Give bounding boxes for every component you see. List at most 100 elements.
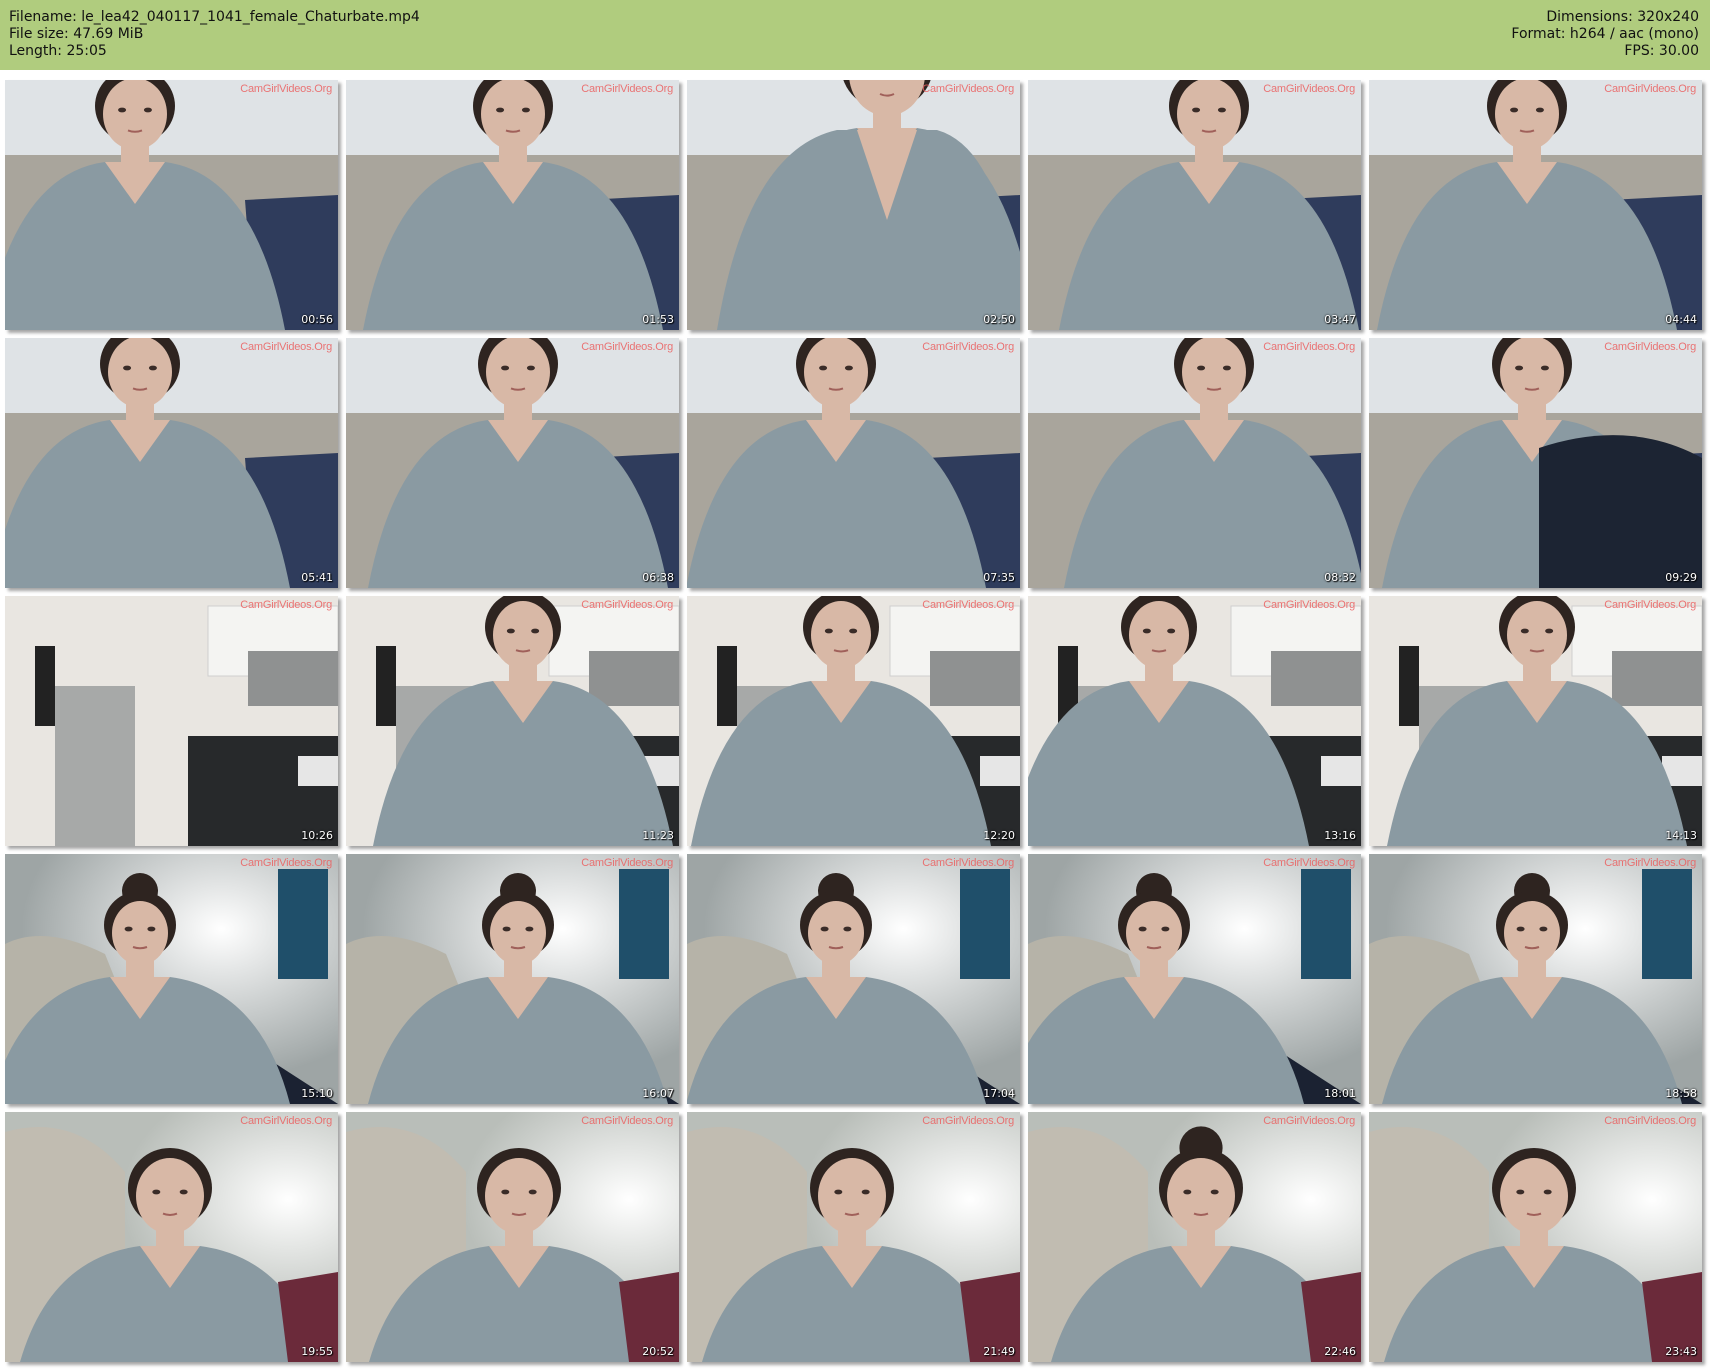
watermark: CamGirlVideos.Org	[240, 341, 332, 353]
frame-timestamp: 00:56	[301, 313, 333, 326]
frame-image	[5, 854, 338, 1104]
frame-image	[687, 596, 1020, 846]
thumbnail-frame: CamGirlVideos.Org 11:23	[346, 596, 679, 846]
frame-image	[5, 596, 338, 846]
frame-image	[346, 80, 679, 330]
thumbnail-frame: CamGirlVideos.Org 10:26	[5, 596, 338, 846]
watermark: CamGirlVideos.Org	[240, 1115, 332, 1127]
frame-image	[1369, 338, 1702, 588]
frame-timestamp: 03:47	[1324, 313, 1356, 326]
fps-text: FPS: 30.00	[1624, 43, 1699, 59]
dimensions-text: Dimensions: 320x240	[1546, 9, 1699, 25]
frame-image	[1028, 80, 1361, 330]
thumbnail-frame: CamGirlVideos.Org 07:35	[687, 338, 1020, 588]
frame-timestamp: 12:20	[983, 829, 1015, 842]
watermark: CamGirlVideos.Org	[1263, 857, 1355, 869]
watermark: CamGirlVideos.Org	[581, 341, 673, 353]
frame-image	[1369, 854, 1702, 1104]
frame-timestamp: 19:55	[301, 1345, 333, 1358]
watermark: CamGirlVideos.Org	[240, 599, 332, 611]
filename-text: Filename: le_lea42_040117_1041_female_Ch…	[9, 9, 420, 25]
watermark: CamGirlVideos.Org	[581, 1115, 673, 1127]
watermark: CamGirlVideos.Org	[1263, 1115, 1355, 1127]
thumbnail-frame: CamGirlVideos.Org 05:41	[5, 338, 338, 588]
watermark: CamGirlVideos.Org	[240, 857, 332, 869]
format-text: Format: h264 / aac (mono)	[1511, 26, 1699, 42]
thumbnail-frame: CamGirlVideos.Org 21:49	[687, 1112, 1020, 1362]
watermark: CamGirlVideos.Org	[1604, 599, 1696, 611]
watermark: CamGirlVideos.Org	[1604, 83, 1696, 95]
thumbnail-frame: CamGirlVideos.Org 01:53	[346, 80, 679, 330]
frame-timestamp: 18:58	[1665, 1087, 1697, 1100]
stream-info: Dimensions: 320x240 Format: h264 / aac (…	[1511, 9, 1699, 60]
frame-image	[346, 1112, 679, 1362]
thumbnail-frame: CamGirlVideos.Org 06:38	[346, 338, 679, 588]
watermark: CamGirlVideos.Org	[581, 857, 673, 869]
thumbnail-frame: CamGirlVideos.Org 09:29	[1369, 338, 1702, 588]
watermark: CamGirlVideos.Org	[1263, 599, 1355, 611]
frame-image	[1369, 596, 1702, 846]
info-header: Filename: le_lea42_040117_1041_female_Ch…	[0, 0, 1710, 70]
watermark: CamGirlVideos.Org	[1263, 83, 1355, 95]
thumbnail-frame: CamGirlVideos.Org 08:32	[1028, 338, 1361, 588]
filesize-text: File size: 47.69 MiB	[9, 26, 144, 42]
watermark: CamGirlVideos.Org	[1263, 341, 1355, 353]
frame-timestamp: 06:38	[642, 571, 674, 584]
frame-timestamp: 11:23	[642, 829, 674, 842]
thumbnail-frame: CamGirlVideos.Org 15:10	[5, 854, 338, 1104]
frame-image	[346, 338, 679, 588]
thumbnail-frame: CamGirlVideos.Org 03:47	[1028, 80, 1361, 330]
frame-image	[5, 338, 338, 588]
thumbnail-frame: CamGirlVideos.Org 17:04	[687, 854, 1020, 1104]
frame-timestamp: 08:32	[1324, 571, 1356, 584]
frame-timestamp: 22:46	[1324, 1345, 1356, 1358]
frame-timestamp: 16:07	[642, 1087, 674, 1100]
watermark: CamGirlVideos.Org	[581, 599, 673, 611]
thumbnail-frame: CamGirlVideos.Org 22:46	[1028, 1112, 1361, 1362]
thumbnail-frame: CamGirlVideos.Org 00:56	[5, 80, 338, 330]
frame-timestamp: 13:16	[1324, 829, 1356, 842]
frame-timestamp: 01:53	[642, 313, 674, 326]
frame-timestamp: 18:01	[1324, 1087, 1356, 1100]
thumbnail-frame: CamGirlVideos.Org 12:20	[687, 596, 1020, 846]
frame-image	[687, 80, 1020, 330]
frame-image	[1028, 338, 1361, 588]
watermark: CamGirlVideos.Org	[922, 341, 1014, 353]
watermark: CamGirlVideos.Org	[1604, 1115, 1696, 1127]
frame-image	[1028, 1112, 1361, 1362]
thumbnail-frame: CamGirlVideos.Org 19:55	[5, 1112, 338, 1362]
thumbnail-frame: CamGirlVideos.Org 23:43	[1369, 1112, 1702, 1362]
frame-image	[687, 854, 1020, 1104]
frame-image	[1028, 596, 1361, 846]
thumbnail-frame: CamGirlVideos.Org 18:58	[1369, 854, 1702, 1104]
watermark: CamGirlVideos.Org	[922, 857, 1014, 869]
watermark: CamGirlVideos.Org	[922, 83, 1014, 95]
thumbnail-frame: CamGirlVideos.Org 04:44	[1369, 80, 1702, 330]
frame-timestamp: 21:49	[983, 1345, 1015, 1358]
frame-timestamp: 07:35	[983, 571, 1015, 584]
frame-timestamp: 20:52	[642, 1345, 674, 1358]
watermark: CamGirlVideos.Org	[1604, 857, 1696, 869]
thumbnail-frame: CamGirlVideos.Org 18:01	[1028, 854, 1361, 1104]
frame-image	[1369, 80, 1702, 330]
thumbnail-frame: CamGirlVideos.Org 02:50	[687, 80, 1020, 330]
frame-image	[687, 338, 1020, 588]
frame-image	[346, 596, 679, 846]
watermark: CamGirlVideos.Org	[922, 1115, 1014, 1127]
thumbnail-frame: CamGirlVideos.Org 14:13	[1369, 596, 1702, 846]
frame-image	[687, 1112, 1020, 1362]
frame-image	[1028, 854, 1361, 1104]
frame-image	[5, 1112, 338, 1362]
frame-timestamp: 14:13	[1665, 829, 1697, 842]
frame-timestamp: 05:41	[301, 571, 333, 584]
frame-timestamp: 04:44	[1665, 313, 1697, 326]
watermark: CamGirlVideos.Org	[240, 83, 332, 95]
frame-image	[1369, 1112, 1702, 1362]
frame-timestamp: 23:43	[1665, 1345, 1697, 1358]
frame-timestamp: 17:04	[983, 1087, 1015, 1100]
frame-timestamp: 10:26	[301, 829, 333, 842]
frame-timestamp: 09:29	[1665, 571, 1697, 584]
file-info: Filename: le_lea42_040117_1041_female_Ch…	[9, 9, 420, 60]
watermark: CamGirlVideos.Org	[1604, 341, 1696, 353]
watermark: CamGirlVideos.Org	[922, 599, 1014, 611]
